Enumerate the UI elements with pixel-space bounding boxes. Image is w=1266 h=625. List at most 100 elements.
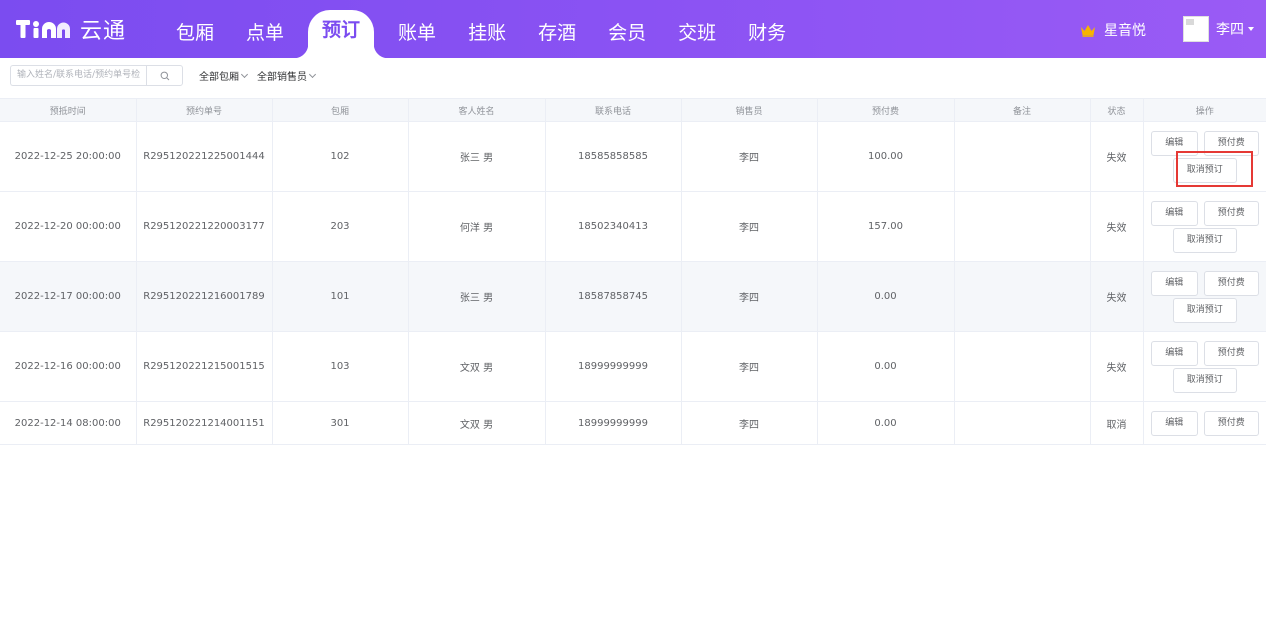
cancel-reservation-button[interactable]: 取消预订 <box>1172 297 1237 323</box>
cancel-reservation-button[interactable]: 取消预订 <box>1172 157 1237 183</box>
table-header-row: 预抵时间 预约单号 包厢 客人姓名 联系电话 销售员 预付费 备注 状态 操作 <box>0 98 1266 122</box>
edit-button[interactable]: 编辑 <box>1150 340 1198 366</box>
cancel-reservation-button[interactable]: 取消预订 <box>1172 227 1237 253</box>
edit-button[interactable]: 编辑 <box>1150 130 1198 156</box>
cell-guest: 张三 男 <box>408 261 546 332</box>
cell-status: 失效 <box>1090 191 1144 262</box>
cell-prepaid: 0.00 <box>817 331 955 402</box>
cell-arrival-time: 2022-12-17 00:00:00 <box>0 261 137 332</box>
cell-status: 失效 <box>1090 121 1144 192</box>
cell-phone: 18999999999 <box>545 331 682 402</box>
cell-note <box>954 191 1091 262</box>
table-row[interactable]: 2022-12-17 00:00:00 R295120221216001789 … <box>0 261 1266 332</box>
cell-phone: 18587858745 <box>545 261 682 332</box>
cell-guest: 文双 男 <box>408 401 546 445</box>
cell-guest: 张三 男 <box>408 121 546 192</box>
cell-arrival-time: 2022-12-14 08:00:00 <box>0 401 137 445</box>
store-name: 星音悦 <box>1104 23 1146 39</box>
user-name: 李四 <box>1216 22 1244 38</box>
edit-button[interactable]: 编辑 <box>1150 270 1198 296</box>
prepay-button[interactable]: 预付费 <box>1203 340 1259 366</box>
cell-phone: 18585858585 <box>545 121 682 192</box>
nav-item-reservation[interactable]: 预订 <box>294 10 389 58</box>
room-filter-label: 全部包厢 <box>199 72 239 83</box>
crown-icon <box>1080 24 1096 37</box>
tian-logo-icon <box>16 14 70 44</box>
column-header[interactable]: 预约单号 <box>136 98 273 122</box>
cell-sales: 李四 <box>681 261 818 332</box>
column-header[interactable]: 备注 <box>954 98 1091 122</box>
cell-order-number: R295120221215001515 <box>136 331 273 402</box>
nav-item-bills[interactable]: 账单 <box>382 0 452 58</box>
cell-room: 102 <box>272 121 409 192</box>
cell-prepaid: 0.00 <box>817 261 955 332</box>
column-header[interactable]: 状态 <box>1090 98 1144 122</box>
cell-room: 203 <box>272 191 409 262</box>
prepay-button[interactable]: 预付费 <box>1203 270 1259 296</box>
table-row[interactable]: 2022-12-20 00:00:00 R295120221220003177 … <box>0 191 1266 262</box>
sales-filter-label: 全部销售员 <box>257 72 307 83</box>
room-filter-dropdown[interactable]: 全部包厢 <box>199 68 249 83</box>
column-header[interactable]: 客人姓名 <box>408 98 546 122</box>
nav-item-order[interactable]: 点单 <box>230 0 300 58</box>
prepay-button[interactable]: 预付费 <box>1203 410 1259 436</box>
cell-room: 101 <box>272 261 409 332</box>
caret-down-icon <box>1248 27 1254 31</box>
cell-actions: 编辑 预付费 取消预订 <box>1143 191 1266 262</box>
cancel-reservation-button[interactable]: 取消预订 <box>1172 367 1237 393</box>
column-header[interactable]: 包厢 <box>272 98 409 122</box>
cell-guest: 何洋 男 <box>408 191 546 262</box>
cell-sales: 李四 <box>681 191 818 262</box>
sales-filter-dropdown[interactable]: 全部销售员 <box>257 68 317 83</box>
cell-room: 301 <box>272 401 409 445</box>
main-nav: 包厢 点单 预订 账单 挂账 存酒 会员 交班 财务 <box>160 0 802 58</box>
table-row[interactable]: 2022-12-14 08:00:00 R295120221214001151 … <box>0 401 1266 445</box>
column-header[interactable]: 预付费 <box>817 98 955 122</box>
cell-sales: 李四 <box>681 121 818 192</box>
column-header[interactable]: 联系电话 <box>545 98 682 122</box>
cell-status: 取消 <box>1090 401 1144 445</box>
column-header[interactable]: 预抵时间 <box>0 98 137 122</box>
nav-item-rooms[interactable]: 包厢 <box>160 0 230 58</box>
cell-arrival-time: 2022-12-25 20:00:00 <box>0 121 137 192</box>
cell-room: 103 <box>272 331 409 402</box>
cell-note <box>954 121 1091 192</box>
search-input[interactable]: 输入姓名/联系电话/预约单号检 <box>10 65 146 86</box>
search-button[interactable] <box>146 65 183 86</box>
brand-name: 云通 <box>80 19 127 44</box>
cell-phone: 18999999999 <box>545 401 682 445</box>
cell-status: 失效 <box>1090 261 1144 332</box>
user-menu[interactable]: 李四 <box>1216 19 1254 39</box>
cell-actions: 编辑 预付费 取消预订 <box>1143 261 1266 332</box>
nav-item-wine-storage[interactable]: 存酒 <box>522 0 592 58</box>
filter-bar: 输入姓名/联系电话/预约单号检 全部包厢 全部销售员 <box>10 65 317 86</box>
avatar[interactable] <box>1183 16 1209 42</box>
column-header[interactable]: 销售员 <box>681 98 818 122</box>
cell-sales: 李四 <box>681 401 818 445</box>
nav-item-credit[interactable]: 挂账 <box>452 0 522 58</box>
prepay-button[interactable]: 预付费 <box>1203 130 1259 156</box>
cell-note <box>954 331 1091 402</box>
cell-order-number: R295120221214001151 <box>136 401 273 445</box>
nav-item-members[interactable]: 会员 <box>592 0 662 58</box>
reservation-table: 预抵时间 预约单号 包厢 客人姓名 联系电话 销售员 预付费 备注 状态 操作 … <box>0 98 1266 445</box>
edit-button[interactable]: 编辑 <box>1150 410 1198 436</box>
cell-actions: 编辑 预付费 <box>1143 401 1266 445</box>
nav-item-shift[interactable]: 交班 <box>662 0 732 58</box>
chevron-down-icon <box>240 70 249 78</box>
prepay-button[interactable]: 预付费 <box>1203 200 1259 226</box>
column-header[interactable]: 操作 <box>1143 98 1266 122</box>
cell-prepaid: 0.00 <box>817 401 955 445</box>
cell-sales: 李四 <box>681 331 818 402</box>
app-logo[interactable]: 云通 <box>16 14 126 44</box>
table-row[interactable]: 2022-12-16 00:00:00 R295120221215001515 … <box>0 331 1266 402</box>
cell-phone: 18502340413 <box>545 191 682 262</box>
cell-order-number: R295120221220003177 <box>136 191 273 262</box>
nav-item-finance[interactable]: 财务 <box>732 0 802 58</box>
cell-arrival-time: 2022-12-16 00:00:00 <box>0 331 137 402</box>
edit-button[interactable]: 编辑 <box>1150 200 1198 226</box>
cell-order-number: R295120221225001444 <box>136 121 273 192</box>
cell-guest: 文双 男 <box>408 331 546 402</box>
table-row[interactable]: 2022-12-25 20:00:00 R295120221225001444 … <box>0 121 1266 192</box>
store-selector[interactable]: 星音悦 <box>1080 20 1146 40</box>
